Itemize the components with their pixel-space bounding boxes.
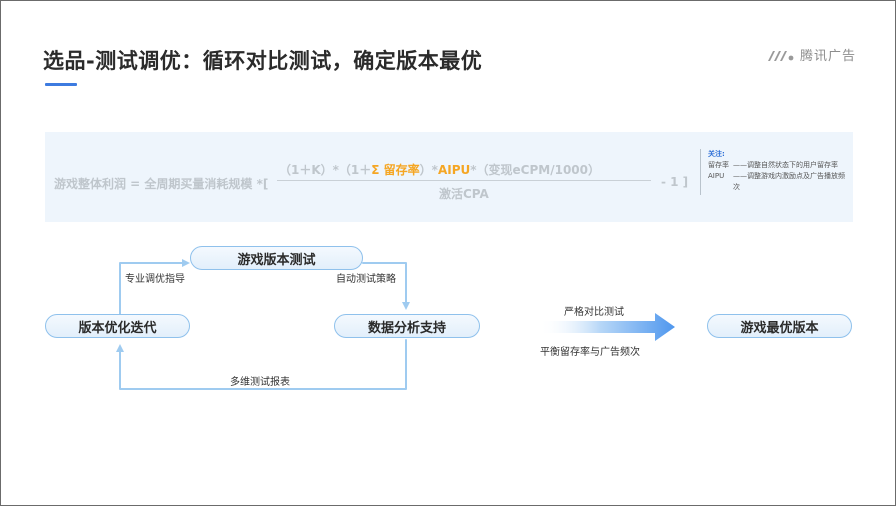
arrowhead-left-icon — [116, 344, 124, 352]
edge-label-multidim-report: 多维测试报表 — [230, 377, 290, 388]
node-game-version-test: 游戏版本测试 — [190, 246, 363, 270]
edge-label-auto-test-strategy: 自动测试策略 — [336, 274, 396, 285]
arrowhead-right-icon — [402, 302, 410, 310]
node-version-iteration: 版本优化迭代 — [45, 314, 190, 338]
slide: 选品-测试调优：循环对比测试，确定版本最优 腾讯广告 游戏整体利润 = 全周期买… — [0, 0, 896, 506]
flow-connectors — [116, 259, 675, 390]
arrowhead-top-icon — [182, 259, 190, 267]
edge-label-professional-guidance: 专业调优指导 — [125, 274, 185, 285]
node-data-analysis: 数据分析支持 — [334, 314, 480, 338]
node-best-version: 游戏最优版本 — [707, 314, 852, 338]
arrow-label-strict-test: 严格对比测试 — [564, 307, 624, 318]
arrow-label-balance: 平衡留存率与广告频次 — [540, 347, 640, 358]
